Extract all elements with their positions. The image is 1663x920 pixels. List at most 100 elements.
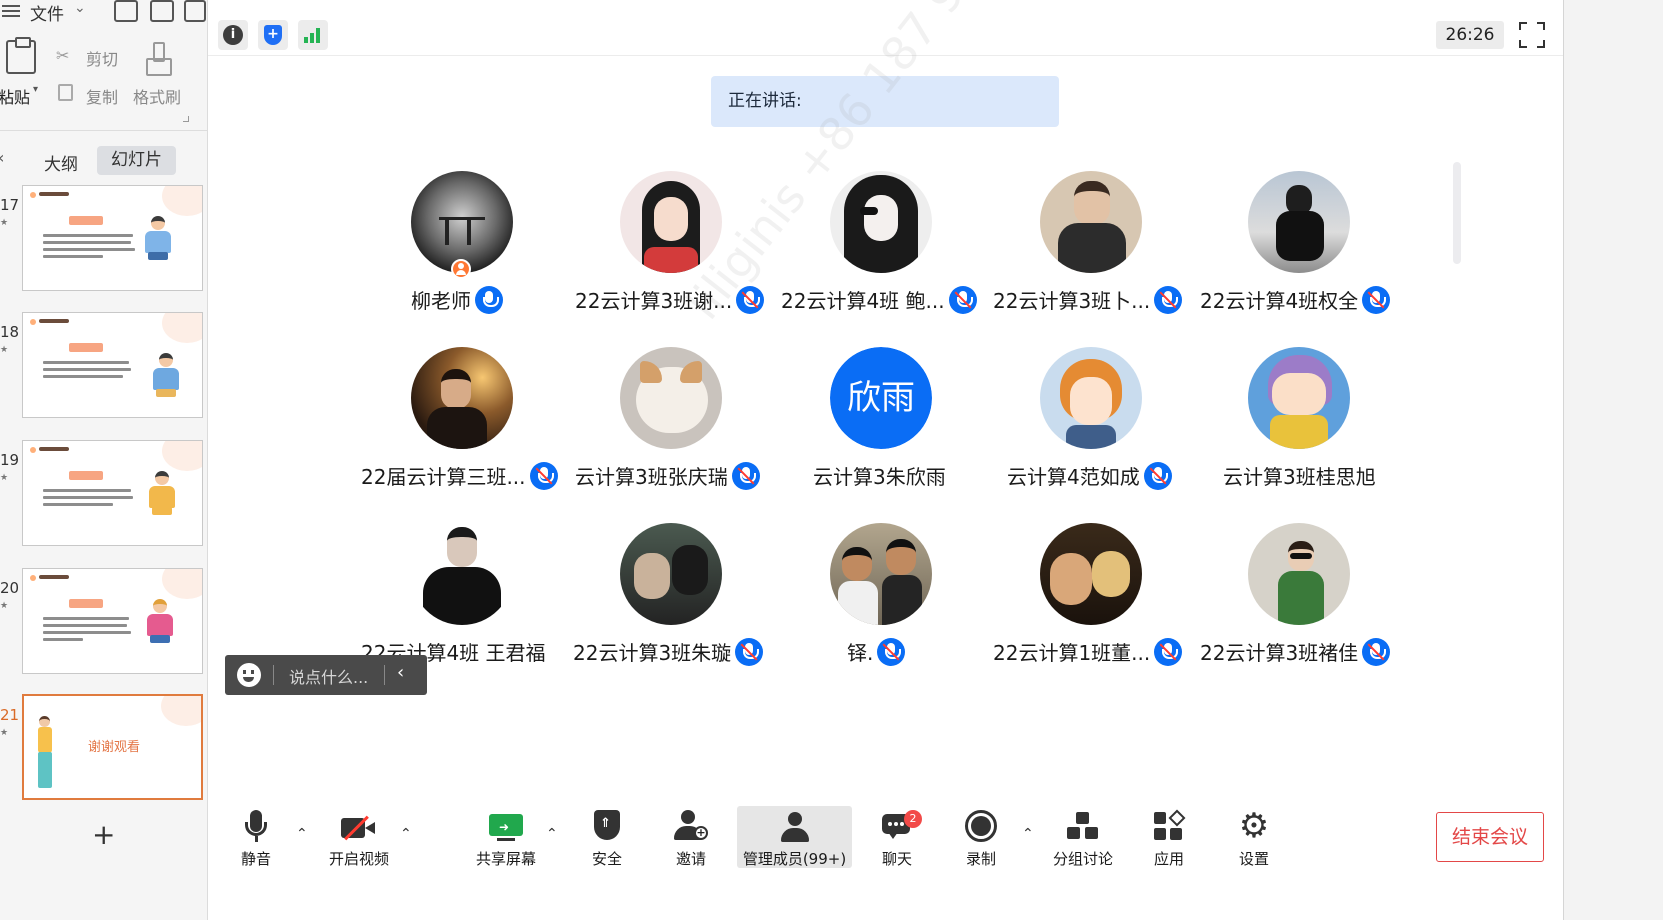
- fullscreen-icon[interactable]: [1519, 22, 1545, 48]
- print-icon[interactable]: [184, 0, 206, 22]
- start-video-button[interactable]: 开启视频: [326, 806, 392, 868]
- network-status-button[interactable]: [298, 20, 328, 50]
- slide-thumbnail[interactable]: [22, 440, 203, 546]
- participant-name: 22云计算1班董...: [993, 641, 1151, 665]
- apps-button[interactable]: 应用: [1146, 806, 1192, 868]
- copy-button[interactable]: 复制: [86, 84, 118, 108]
- chevron-left-icon[interactable]: ‹: [397, 662, 404, 683]
- participant-name: 22云计算3班朱璇: [573, 641, 732, 665]
- tab-slides[interactable]: 幻灯片: [97, 146, 176, 175]
- participant-tile[interactable]: 22云计算4班 鲍...: [775, 171, 985, 331]
- slide-thumbnail[interactable]: [22, 568, 203, 674]
- participant-tile[interactable]: 云计算3班桂思旭: [1193, 347, 1403, 507]
- manage-members-button[interactable]: 管理成员(99+): [737, 806, 852, 868]
- chevron-up-icon[interactable]: ⌃: [1022, 826, 1034, 842]
- save-icon[interactable]: [114, 0, 138, 22]
- mic-muted-icon: [736, 285, 765, 314]
- chevron-up-icon[interactable]: ⌃: [546, 826, 558, 842]
- members-label: 管理成员(99+): [742, 850, 847, 868]
- chat-icon: 2: [882, 810, 922, 844]
- tab-outline[interactable]: 大纲: [44, 150, 78, 175]
- participant-tile[interactable]: 云计算4范如成: [985, 347, 1195, 507]
- chat-input-placeholder[interactable]: 说点什么...: [289, 664, 368, 688]
- participant-name: 云计算3班桂思旭: [1223, 465, 1376, 489]
- meeting-timer: 26:26: [1436, 21, 1504, 49]
- mute-button[interactable]: 静音: [232, 806, 280, 868]
- slide-thumbnail[interactable]: [22, 312, 203, 418]
- format-brush-icon[interactable]: [146, 42, 172, 76]
- speaking-indicator: 正在讲话:: [711, 76, 1059, 127]
- participant-tile[interactable]: 22云计算3班谢...: [565, 171, 775, 331]
- participant-name: 22云计算4班权全: [1200, 289, 1359, 313]
- participant-tile[interactable]: 22届云计算三班...: [356, 347, 566, 507]
- ppt-menubar: 文件 ⌄: [0, 0, 208, 25]
- end-meeting-button[interactable]: 结束会议: [1436, 812, 1544, 862]
- participant-tile[interactable]: 22云计算4班权全: [1193, 171, 1403, 331]
- chat-button[interactable]: 2 聊天: [874, 806, 922, 868]
- slide-number: 17: [0, 196, 20, 214]
- chevron-down-icon[interactable]: ⌄: [74, 0, 86, 16]
- copy-icon[interactable]: [58, 84, 73, 101]
- record-label: 录制: [965, 850, 996, 868]
- avatar: [1248, 523, 1350, 625]
- security-button[interactable]: ⇑ 安全: [584, 806, 630, 868]
- participant-tile[interactable]: 22云计算3班朱璇: [565, 523, 775, 683]
- video-off-icon: [341, 815, 377, 842]
- collapse-icon[interactable]: ‹: [0, 148, 4, 167]
- share-label: 共享屏幕: [475, 850, 536, 868]
- participant-tile[interactable]: 云计算3班张庆瑞: [565, 347, 775, 507]
- record-button[interactable]: 录制: [958, 806, 1004, 868]
- paste-icon[interactable]: [6, 37, 36, 74]
- add-slide-button[interactable]: +: [92, 818, 115, 851]
- slide-thumbnail[interactable]: [22, 185, 203, 291]
- invite-button[interactable]: + 邀请: [668, 806, 714, 868]
- chevron-up-icon[interactable]: ⌃: [400, 826, 412, 842]
- mic-muted-icon: [1362, 285, 1391, 314]
- participant-name: 22云计算3班谢...: [575, 289, 733, 313]
- ppt-panel: 文件 ⌄ 粘贴 ▾ ✂ 剪切 复制 格式刷 ‹ 大纲 幻灯片 17 ★ 18 ★: [0, 0, 208, 920]
- participant-name: 22云计算3班褚佳: [1200, 641, 1359, 665]
- host-icon: [451, 259, 471, 279]
- participant-label: 22云计算4班权全: [1200, 285, 1440, 315]
- emoji-icon[interactable]: [237, 663, 261, 687]
- scissors-icon[interactable]: ✂: [56, 46, 74, 65]
- file-menu[interactable]: 文件: [30, 0, 64, 25]
- cut-button[interactable]: 剪切: [86, 46, 118, 70]
- group-expand-icon[interactable]: [183, 116, 189, 122]
- participant-tile[interactable]: 22云计算3班卜...: [985, 171, 1195, 331]
- star-icon: ★: [0, 218, 9, 228]
- mic-icon: [475, 285, 503, 314]
- participant-label: 云计算3班桂思旭: [1223, 461, 1463, 491]
- format-brush-button[interactable]: 格式刷: [133, 84, 181, 108]
- mic-muted-icon: [948, 285, 977, 314]
- security-shield-icon: ⇑: [594, 810, 620, 842]
- mic-muted-icon: [1143, 461, 1172, 490]
- menu-icon[interactable]: [2, 2, 22, 18]
- security-status-button[interactable]: +: [258, 20, 288, 50]
- share-screen-button[interactable]: ➜ 共享屏幕: [474, 806, 538, 868]
- scrollbar[interactable]: [1453, 162, 1461, 264]
- video-label: 开启视频: [328, 850, 389, 868]
- members-icon: [779, 812, 811, 842]
- participant-tile[interactable]: 铎.: [775, 523, 985, 683]
- info-button[interactable]: i: [218, 20, 248, 50]
- participant-tile[interactable]: 22云计算1班董...: [985, 523, 1195, 683]
- view-tabs: ‹ 大纲 幻灯片: [0, 146, 208, 176]
- export-icon[interactable]: [150, 0, 174, 22]
- apps-icon: [1154, 809, 1186, 842]
- participant-tile[interactable]: 22云计算3班褚佳: [1193, 523, 1403, 683]
- participant-tile[interactable]: 柳老师: [356, 171, 566, 331]
- record-icon: [965, 810, 997, 842]
- participant-tile[interactable]: 欣雨 云计算3朱欣雨: [775, 347, 985, 507]
- paste-button[interactable]: 粘贴: [0, 84, 30, 108]
- chat-input-bar[interactable]: 说点什么... ‹: [225, 655, 427, 695]
- avatar: [620, 523, 722, 625]
- gear-icon: ⚙: [1238, 806, 1270, 846]
- share-screen-icon: ➜: [489, 814, 523, 842]
- paste-caret-icon[interactable]: ▾: [33, 84, 38, 95]
- slide-thumbnail-active[interactable]: 谢谢观看: [22, 694, 203, 800]
- chevron-up-icon[interactable]: ⌃: [296, 826, 308, 842]
- breakout-rooms-button[interactable]: 分组讨论: [1050, 806, 1116, 868]
- settings-button[interactable]: ⚙ 设置: [1231, 806, 1277, 868]
- mic-muted-icon: [1154, 285, 1183, 314]
